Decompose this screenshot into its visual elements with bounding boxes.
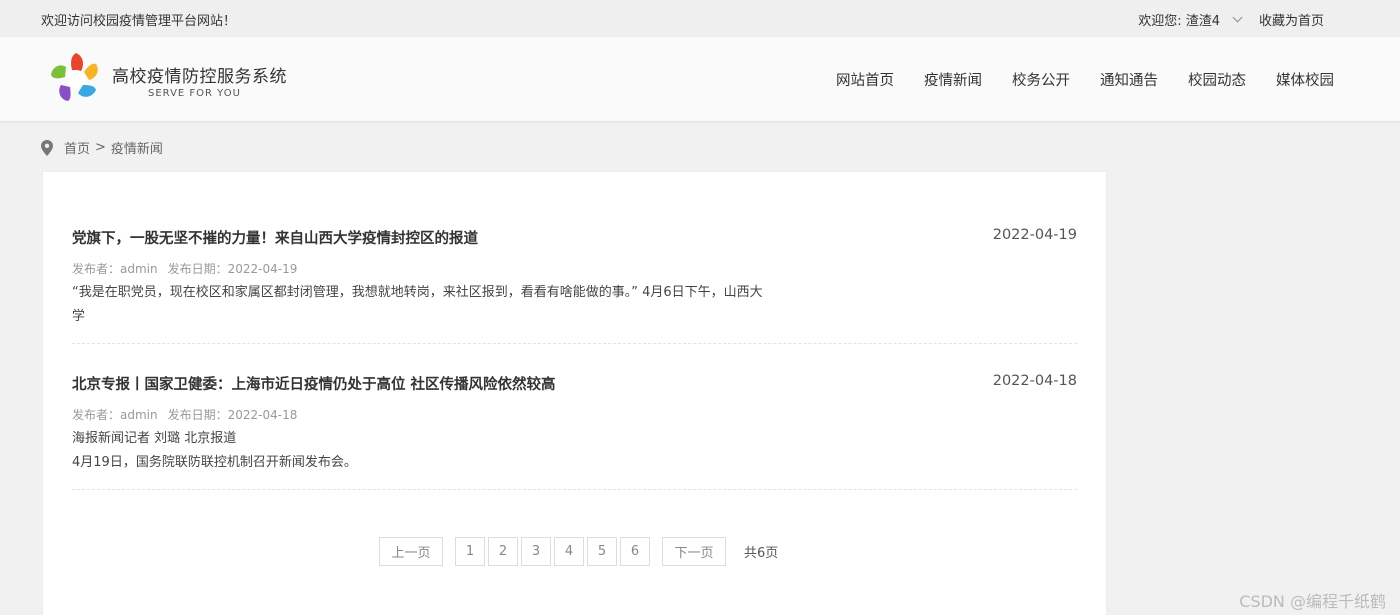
nav-item-media[interactable]: 媒体校园: [1276, 69, 1334, 90]
next-page-button[interactable]: 下一页: [662, 537, 726, 566]
news-excerpt-line: 4月19日，国务院联防联控机制召开新闻发布会。: [72, 455, 357, 470]
favorite-link[interactable]: 收藏为首页: [1259, 10, 1324, 29]
page-button-5[interactable]: 5: [587, 537, 617, 566]
news-excerpt: 海报新闻记者 刘璐 北京报道 4月19日，国务院联防联控机制召开新闻发布会。: [72, 427, 772, 475]
watermark: CSDN @编程千纸鹤: [1239, 592, 1386, 611]
page-button-4[interactable]: 4: [554, 537, 584, 566]
nav-item-notices[interactable]: 通知通告: [1100, 69, 1158, 90]
welcome-text: 欢迎访问校园疫情管理平台网站！: [41, 14, 237, 29]
news-meta: 发布者：admin 发布日期：2022-04-19: [72, 260, 1077, 277]
location-pin-icon: [41, 139, 53, 156]
news-meta: 发布者：admin 发布日期：2022-04-18: [72, 406, 1077, 423]
site-header: 高校疫情防控服务系统 SERVE FOR YOU 网站首页 疫情新闻 校务公开 …: [0, 37, 1400, 122]
main-nav: 网站首页 疫情新闻 校务公开 通知通告 校园动态 媒体校园: [806, 69, 1334, 90]
news-item: 党旗下，一股无坚不摧的力量！来自山西大学疫情封控区的报道 2022-04-19 …: [72, 227, 1077, 344]
news-excerpt-line: 海报新闻记者 刘璐 北京报道: [72, 431, 237, 446]
news-title[interactable]: 北京专报丨国家卫健委：上海市近日疫情仍处于高位 社区传播风险依然较高: [72, 373, 1077, 394]
chevron-down-icon[interactable]: [1232, 12, 1243, 23]
divider: [72, 489, 1077, 490]
nav-item-home[interactable]: 网站首页: [836, 69, 894, 90]
news-title[interactable]: 党旗下，一股无坚不摧的力量！来自山西大学疫情封控区的报道: [72, 227, 1077, 248]
page-button-1[interactable]: 1: [455, 537, 485, 566]
page-button-3[interactable]: 3: [521, 537, 551, 566]
logo-icon[interactable]: [46, 50, 106, 106]
breadcrumb: 首页 > 疫情新闻: [41, 138, 163, 157]
prev-page-button[interactable]: 上一页: [379, 537, 443, 566]
news-author: 发布者：admin: [72, 262, 158, 276]
news-excerpt: “我是在职党员，现在校区和家属区都封闭管理，我想就地转岗，来社区报到，看看有啥能…: [72, 285, 763, 324]
news-publish-date: 发布日期：2022-04-19: [167, 262, 298, 276]
divider: [72, 343, 1077, 344]
page-button-6[interactable]: 6: [620, 537, 650, 566]
news-panel: 党旗下，一股无坚不摧的力量！来自山西大学疫情封控区的报道 2022-04-19 …: [42, 171, 1107, 615]
breadcrumb-separator: >: [95, 140, 106, 155]
user-area: 欢迎您: 渣渣4 收藏为首页: [1138, 10, 1324, 29]
site-subtitle: SERVE FOR YOU: [148, 88, 241, 99]
pagination: 上一页 1 2 3 4 5 6 下一页 共6页: [379, 537, 778, 566]
nav-item-campus[interactable]: 校园动态: [1188, 69, 1246, 90]
news-publish-date: 发布日期：2022-04-18: [167, 408, 298, 422]
nav-item-news[interactable]: 疫情新闻: [924, 69, 982, 90]
breadcrumb-home[interactable]: 首页: [64, 138, 90, 157]
news-date: 2022-04-18: [992, 373, 1077, 389]
page-total: 共6页: [744, 546, 779, 561]
breadcrumb-current: 疫情新闻: [110, 142, 163, 157]
page-button-2[interactable]: 2: [488, 537, 518, 566]
news-item: 北京专报丨国家卫健委：上海市近日疫情仍处于高位 社区传播风险依然较高 2022-…: [72, 373, 1077, 490]
news-date: 2022-04-19: [992, 227, 1077, 243]
site-title: 高校疫情防控服务系统: [112, 67, 287, 87]
news-author: 发布者：admin: [72, 408, 158, 422]
user-greeting[interactable]: 欢迎您: 渣渣4: [1138, 10, 1220, 29]
top-bar: 欢迎访问校园疫情管理平台网站！ 欢迎您: 渣渣4 收藏为首页: [0, 0, 1400, 37]
nav-item-affairs[interactable]: 校务公开: [1012, 69, 1070, 90]
